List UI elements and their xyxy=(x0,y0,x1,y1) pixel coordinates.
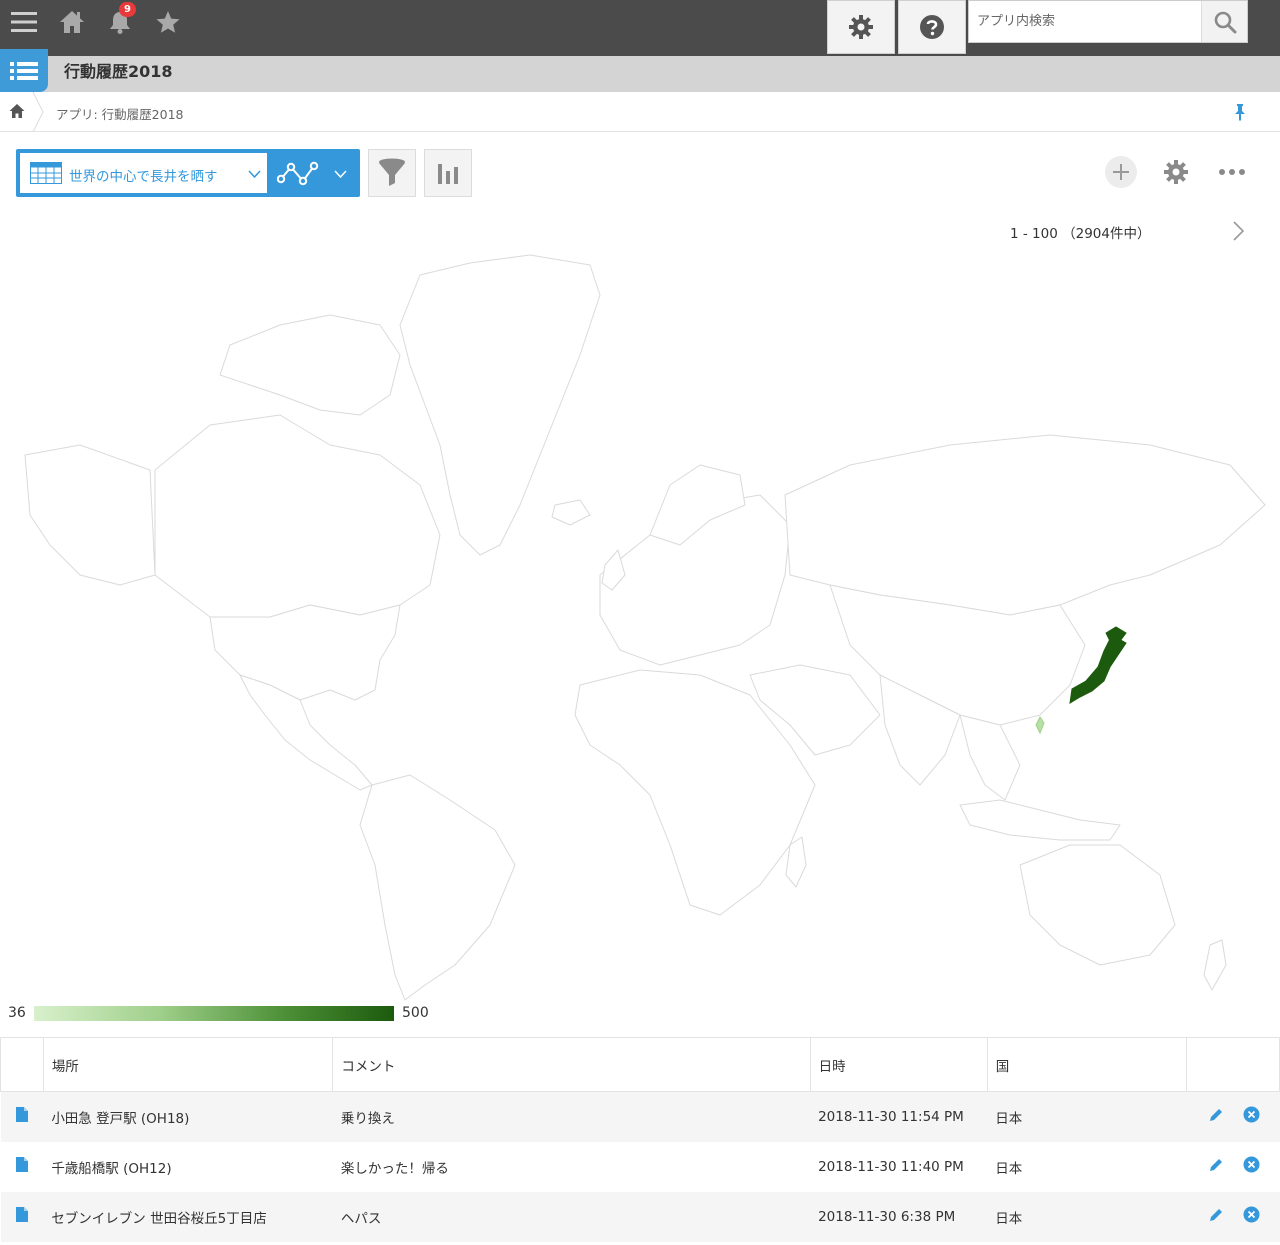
table-row: 千歳船橋駅 (OH12) 楽しかった！帰る 2018-11-30 11:40 P… xyxy=(0,1141,1280,1192)
delete-icon[interactable] xyxy=(1243,1156,1260,1177)
more-horizontal-icon xyxy=(1219,169,1245,175)
map-region-southeast-asia xyxy=(959,714,1021,801)
map-region-usa xyxy=(209,604,401,701)
table-header-blank xyxy=(0,1037,44,1092)
graph-button[interactable] xyxy=(424,149,472,197)
breadcrumb: アプリ: 行動履歴2018 xyxy=(0,92,1280,132)
cell-place: 小田急 登戸駅 (OH18) xyxy=(43,1091,333,1142)
help-icon xyxy=(920,15,944,39)
filter-icon xyxy=(379,158,405,186)
gear-icon xyxy=(1164,160,1188,184)
edit-pencil-icon[interactable] xyxy=(1208,1157,1224,1177)
column-header-place[interactable]: 場所 xyxy=(42,1037,334,1092)
search-icon xyxy=(1214,11,1236,33)
table-row: 小田急 登戸駅 (OH18) 乗り換え 2018-11-30 11:54 PM … xyxy=(0,1091,1280,1142)
map-region-south-america xyxy=(359,774,516,1001)
app-title: 行動履歴2018 xyxy=(64,62,173,81)
chevron-down-icon xyxy=(248,170,261,178)
document-icon xyxy=(15,1157,28,1172)
record-detail-link[interactable] xyxy=(0,1091,44,1142)
table-view-icon xyxy=(30,162,62,184)
delete-icon[interactable] xyxy=(1243,1106,1260,1127)
view-selector: 世界の中心で長井を晒す xyxy=(16,149,360,197)
edit-pencil-icon[interactable] xyxy=(1208,1107,1224,1127)
cell-country: 日本 xyxy=(987,1141,1187,1192)
bar-chart-icon xyxy=(438,164,458,184)
cell-comment: ヘパス xyxy=(332,1191,811,1242)
app-settings-button[interactable] xyxy=(1160,156,1192,188)
search-button[interactable] xyxy=(1201,1,1247,42)
cell-comment: 楽しかった！帰る xyxy=(332,1141,811,1192)
app-search-input[interactable] xyxy=(969,1,1201,42)
settings-button[interactable] xyxy=(827,0,895,54)
pagination-text: 1 - 100 （2904件中） xyxy=(1010,226,1151,242)
map-region-russia xyxy=(784,434,1266,616)
cell-country: 日本 xyxy=(987,1091,1187,1142)
table-row: セブンイレブン 世田谷桜丘5丁目店 ヘパス 2018-11-30 6:38 PM… xyxy=(0,1191,1280,1242)
cell-country: 日本 xyxy=(987,1191,1187,1242)
map-region-indonesia xyxy=(959,799,1121,841)
cell-comment: 乗り換え xyxy=(332,1091,811,1142)
edit-pencil-icon[interactable] xyxy=(1208,1207,1224,1227)
view-name: 世界の中心で長井を晒す xyxy=(69,169,218,185)
notification-count-badge: 9 xyxy=(119,2,136,17)
legend-max-value: 500 xyxy=(402,1005,429,1021)
map-region-canada xyxy=(154,414,441,618)
column-header-country[interactable]: 国 xyxy=(986,1037,1187,1092)
app-list-icon[interactable] xyxy=(0,49,48,92)
breadcrumb-home-icon[interactable] xyxy=(8,102,26,120)
graph-view-dropdown[interactable] xyxy=(267,149,360,197)
cell-datetime: 2018-11-30 11:54 PM xyxy=(810,1091,988,1142)
plus-icon xyxy=(1113,164,1129,180)
row-actions xyxy=(1186,1091,1280,1142)
breadcrumb-app-link[interactable]: アプリ: 行動履歴2018 xyxy=(56,104,184,123)
delete-icon[interactable] xyxy=(1243,1206,1260,1227)
table-header-row: 場所 コメント 日時 国 xyxy=(0,1037,1280,1092)
gear-icon xyxy=(849,15,873,39)
global-header: 9 xyxy=(0,0,1280,56)
cell-datetime: 2018-11-30 6:38 PM xyxy=(810,1191,988,1242)
document-icon xyxy=(15,1107,28,1123)
more-options-button[interactable] xyxy=(1216,156,1248,188)
home-icon[interactable] xyxy=(58,8,86,36)
map-region-japan-hokkaido xyxy=(1105,626,1127,642)
column-header-comment[interactable]: コメント xyxy=(332,1037,811,1092)
legend-min-value: 36 xyxy=(8,1005,26,1021)
row-actions xyxy=(1186,1191,1280,1242)
map-region-iceland xyxy=(551,499,591,526)
records-table: 場所 コメント 日時 国 小田急 登戸駅 (OH18) 乗り換え 2018-11… xyxy=(0,1037,1280,1242)
row-actions xyxy=(1186,1141,1280,1192)
world-map xyxy=(24,254,1266,1001)
map-region-taiwan xyxy=(1035,716,1045,735)
view-dropdown[interactable]: 世界の中心で長井を晒す xyxy=(20,153,267,193)
line-graph-icon xyxy=(277,161,319,186)
pin-icon[interactable] xyxy=(1232,103,1248,121)
legend-color-scale xyxy=(34,1006,394,1021)
favorite-star-icon[interactable] xyxy=(154,8,182,36)
next-page-chevron-icon[interactable] xyxy=(1226,219,1250,243)
app-search-box xyxy=(968,0,1248,43)
chevron-down-icon xyxy=(334,170,347,178)
map-region-new-zealand xyxy=(1203,939,1227,991)
document-icon xyxy=(15,1207,28,1222)
record-detail-link[interactable] xyxy=(0,1141,44,1192)
cell-datetime: 2018-11-30 11:40 PM xyxy=(810,1141,988,1192)
record-detail-link[interactable] xyxy=(0,1191,44,1242)
app-bar xyxy=(0,56,1280,92)
table-header-actions xyxy=(1185,1037,1280,1092)
cell-place: 千歳船橋駅 (OH12) xyxy=(43,1141,333,1192)
map-region-australia xyxy=(1019,844,1176,966)
breadcrumb-separator-icon xyxy=(32,92,44,132)
map-region-alaska xyxy=(24,444,156,586)
filter-button[interactable] xyxy=(368,149,416,197)
cell-place: セブンイレブン 世田谷桜丘5丁目店 xyxy=(43,1191,333,1242)
help-button[interactable] xyxy=(898,0,966,54)
column-header-datetime[interactable]: 日時 xyxy=(809,1037,988,1092)
menu-icon[interactable] xyxy=(10,8,38,36)
map-region-arctic-islands xyxy=(219,314,401,416)
add-record-button[interactable] xyxy=(1105,156,1137,188)
